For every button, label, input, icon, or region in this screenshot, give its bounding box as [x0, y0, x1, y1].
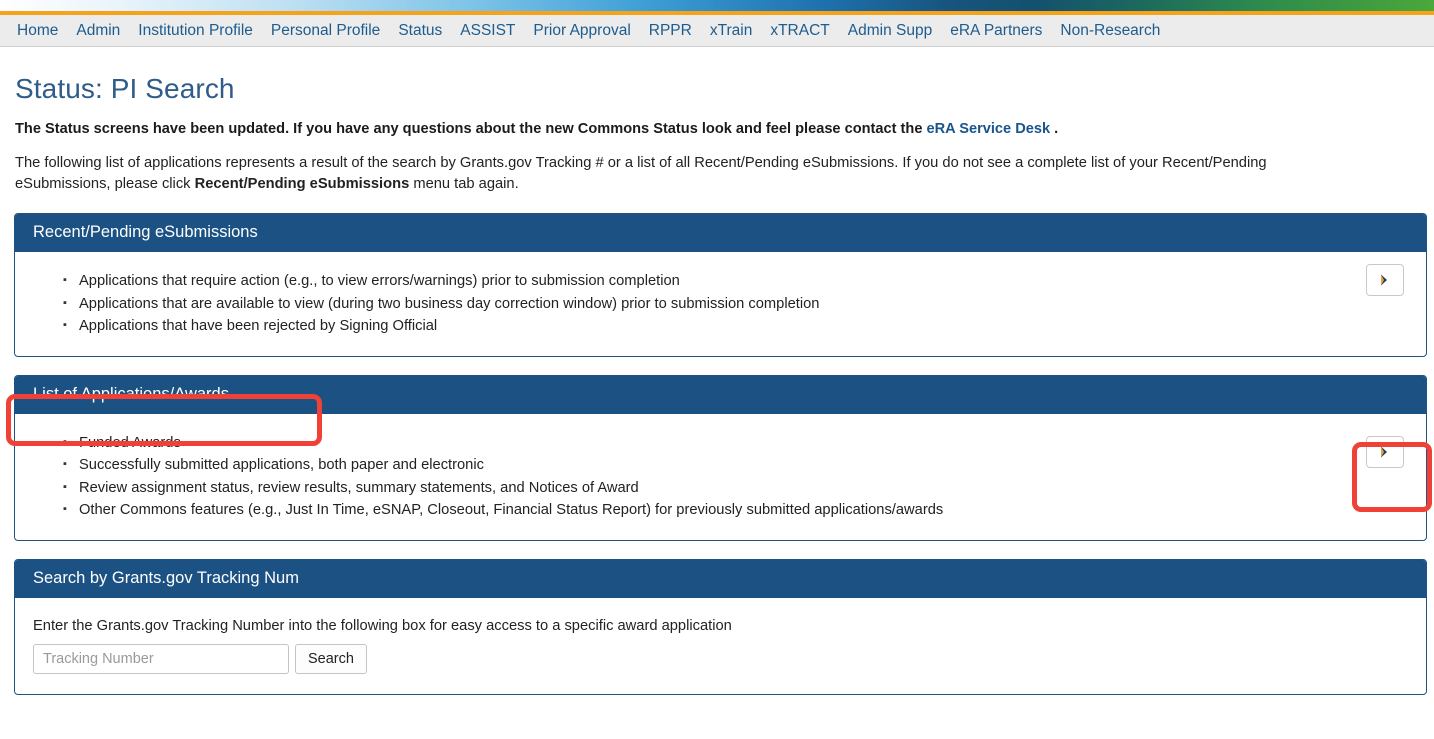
- tracking-number-input[interactable]: [33, 644, 289, 674]
- nav-item-admin[interactable]: Admin: [67, 16, 129, 46]
- play-triangle-right-icon: [1377, 444, 1393, 460]
- nav-item-rppr[interactable]: RPPR: [640, 16, 701, 46]
- notice-text-before: The Status screens have been updated. If…: [15, 121, 927, 137]
- nav-item-institution-profile[interactable]: Institution Profile: [129, 16, 262, 46]
- list-item: Other Commons features (e.g., Just In Ti…: [79, 499, 1426, 522]
- page-title: Status: PI Search: [15, 73, 1420, 105]
- panel-list-of-applications-awards: List of Applications/Awards Funded Award…: [14, 375, 1427, 541]
- search-form-row: Search: [33, 644, 1426, 674]
- bullet-list-recent-pending: Applications that require action (e.g., …: [15, 270, 1426, 338]
- nav-item-personal-profile[interactable]: Personal Profile: [262, 16, 389, 46]
- panel-header-list-of-applications: List of Applications/Awards: [15, 376, 1426, 414]
- panel-body-recent-pending: Applications that require action (e.g., …: [15, 252, 1426, 356]
- panel-search-by-tracking-number: Search by Grants.gov Tracking Num Enter …: [14, 559, 1427, 695]
- notice-text-after: .: [1050, 121, 1058, 137]
- panel-header-search-tracking: Search by Grants.gov Tracking Num: [15, 560, 1426, 598]
- main-navigation-bar: HomeAdminInstitution ProfilePersonal Pro…: [0, 15, 1434, 47]
- nav-item-status[interactable]: Status: [389, 16, 451, 46]
- page-content: Status: PI Search The Status screens hav…: [0, 73, 1434, 695]
- expand-list-of-applications-button[interactable]: [1366, 436, 1404, 468]
- era-service-desk-link[interactable]: eRA Service Desk: [927, 121, 1051, 137]
- search-description: Enter the Grants.gov Tracking Number int…: [33, 618, 1426, 634]
- panel-header-recent-pending: Recent/Pending eSubmissions: [15, 214, 1426, 252]
- nav-item-home[interactable]: Home: [8, 16, 67, 46]
- nav-item-non-research[interactable]: Non-Research: [1051, 16, 1169, 46]
- list-item: Review assignment status, review results…: [79, 477, 1426, 500]
- nav-item-prior-approval[interactable]: Prior Approval: [524, 16, 639, 46]
- bullet-list-applications-awards: Funded Awards Successfully submitted app…: [15, 432, 1426, 522]
- search-button[interactable]: Search: [295, 644, 367, 674]
- list-item: Applications that are available to view …: [79, 293, 1426, 316]
- intro-text-part2: menu tab again.: [409, 176, 518, 192]
- status-update-notice: The Status screens have been updated. If…: [15, 121, 1420, 137]
- nav-item-xtract[interactable]: xTRACT: [761, 16, 838, 46]
- intro-paragraph: The following list of applications repre…: [15, 153, 1363, 195]
- list-item: Funded Awards: [79, 432, 1426, 455]
- nav-item-era-partners[interactable]: eRA Partners: [941, 16, 1051, 46]
- panel-body-list-of-applications: Funded Awards Successfully submitted app…: [15, 414, 1426, 540]
- expand-recent-pending-button[interactable]: [1366, 264, 1404, 296]
- list-item: Applications that have been rejected by …: [79, 315, 1426, 338]
- play-triangle-right-icon: [1377, 272, 1393, 288]
- nav-item-admin-supp[interactable]: Admin Supp: [839, 16, 941, 46]
- nav-item-assist[interactable]: ASSIST: [451, 16, 524, 46]
- site-banner-image: [0, 0, 1434, 11]
- nav-item-xtrain[interactable]: xTrain: [701, 16, 762, 46]
- list-item: Applications that require action (e.g., …: [79, 270, 1426, 293]
- intro-text-bold: Recent/Pending eSubmissions: [195, 176, 410, 192]
- panel-recent-pending-esubmissions: Recent/Pending eSubmissions Applications…: [14, 213, 1427, 357]
- panel-body-search-tracking: Enter the Grants.gov Tracking Number int…: [15, 598, 1426, 694]
- list-item: Successfully submitted applications, bot…: [79, 454, 1426, 477]
